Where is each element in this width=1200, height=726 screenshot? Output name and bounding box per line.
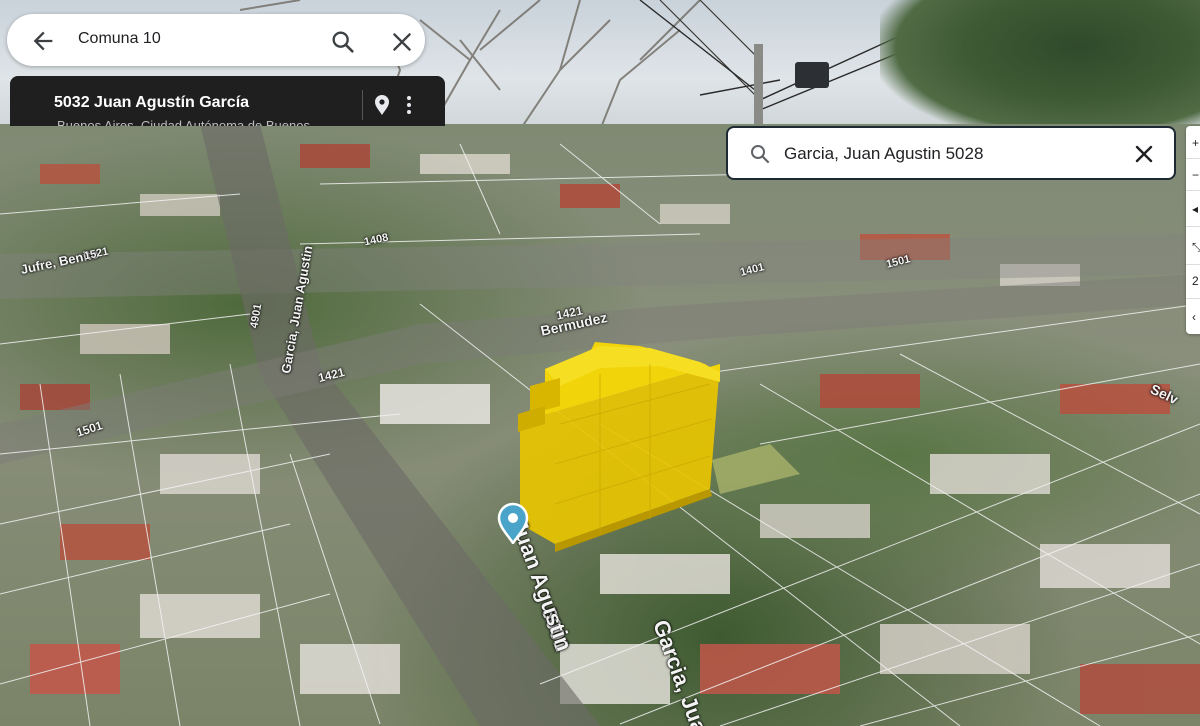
- card-divider: [362, 90, 363, 120]
- toolbar-separator: [1186, 190, 1200, 191]
- toolbar-separator: [1186, 264, 1200, 265]
- collapse-toolbar-button[interactable]: ‹: [1192, 310, 1200, 324]
- place-title: 5032 Juan Agustín García: [54, 94, 250, 111]
- utility-pole: [754, 44, 763, 130]
- map-city-blocks: [0, 124, 1200, 726]
- place-subtitle: Buenos Aires, Ciudad Autónoma de Buenos: [57, 118, 310, 126]
- map-search-box[interactable]: Garcia, Juan Agustin 5028: [726, 126, 1176, 180]
- map-3d-view[interactable]: Jufre, Benito Garcia, Juan Agustin Bermu…: [0, 124, 1200, 726]
- close-icon[interactable]: [1132, 142, 1156, 166]
- more-options-icon[interactable]: [402, 94, 416, 116]
- zoom-out-button[interactable]: −: [1192, 168, 1200, 182]
- toolbar-separator: [1186, 158, 1200, 159]
- location-pin-icon[interactable]: [372, 94, 392, 116]
- tree-canopy: [880, 0, 1200, 130]
- search-query-text[interactable]: Comuna 10: [78, 30, 161, 48]
- ruler-button[interactable]: ⤡: [1192, 240, 1200, 254]
- search-box[interactable]: Comuna 10: [7, 14, 425, 66]
- zoom-in-button[interactable]: +: [1192, 136, 1200, 150]
- tilt-button[interactable]: ◂: [1192, 202, 1200, 216]
- search-icon[interactable]: [748, 142, 772, 166]
- toolbar-separator: [1186, 226, 1200, 227]
- map-pin-icon[interactable]: [496, 502, 530, 544]
- highlighted-building[interactable]: [518, 342, 720, 552]
- toolbar-separator: [1186, 298, 1200, 299]
- close-icon[interactable]: [389, 29, 415, 55]
- map-toolbar: + − ◂ ⤡ 2 ‹: [1186, 126, 1200, 334]
- back-arrow-icon[interactable]: [29, 27, 57, 55]
- place-card[interactable]: 5032 Juan Agustín García Buenos Aires, C…: [10, 76, 445, 126]
- view-toggle-button[interactable]: 2: [1192, 274, 1200, 288]
- map-search-query[interactable]: Garcia, Juan Agustin 5028: [784, 144, 983, 164]
- search-icon[interactable]: [329, 28, 357, 56]
- transformer: [795, 62, 829, 88]
